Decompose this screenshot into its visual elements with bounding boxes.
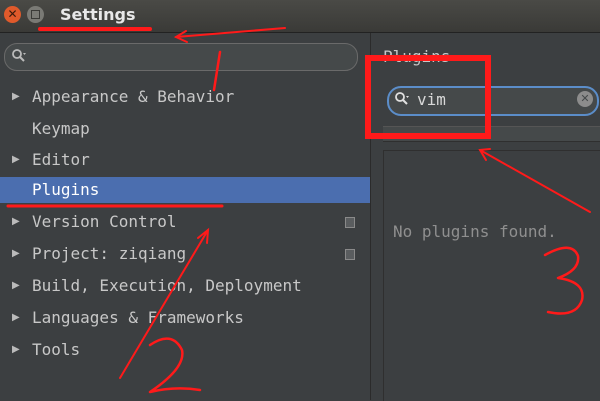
- window-title: Settings: [60, 5, 136, 24]
- sidebar-item-keymap[interactable]: Keymap: [0, 116, 370, 142]
- plugins-panel: Plugins vim ✕ No plugins found.: [370, 33, 600, 401]
- clear-search-icon[interactable]: ✕: [577, 91, 593, 107]
- sidebar-item-label: Editor: [32, 150, 90, 169]
- plugin-list-toolbar: [383, 126, 600, 142]
- sidebar-item-build-execution-deployment[interactable]: ▶ Build, Execution, Deployment: [0, 273, 370, 299]
- sidebar-item-label: Tools: [32, 340, 81, 359]
- expand-arrow-icon[interactable]: ▶: [12, 84, 20, 110]
- sidebar-item-version-control[interactable]: ▶ Version Control: [0, 209, 370, 235]
- expand-arrow-icon[interactable]: ▶: [12, 147, 20, 173]
- search-icon: [395, 92, 409, 105]
- sidebar-item-label: Version Control: [32, 212, 177, 231]
- project-settings-icon: [345, 249, 355, 260]
- expand-arrow-icon[interactable]: ▶: [12, 241, 20, 267]
- sidebar-item-label: Appearance & Behavior: [32, 87, 235, 106]
- expand-arrow-icon[interactable]: ▶: [12, 273, 20, 299]
- close-window-button[interactable]: ✕: [4, 6, 21, 23]
- sidebar-item-plugins[interactable]: Plugins: [0, 177, 370, 203]
- minimize-window-button[interactable]: [27, 6, 44, 23]
- sidebar-item-appearance-behavior[interactable]: ▶ Appearance & Behavior: [0, 84, 370, 110]
- sidebar-item-label: Project: ziqiang: [32, 244, 187, 263]
- expand-arrow-icon[interactable]: ▶: [12, 209, 20, 235]
- settings-sidebar: ▶ Appearance & Behavior Keymap ▶ Editor …: [0, 33, 370, 400]
- plugin-list: [383, 150, 600, 401]
- sidebar-item-tools[interactable]: ▶ Tools: [0, 337, 370, 363]
- project-settings-icon: [345, 217, 355, 228]
- empty-state-text: No plugins found.: [393, 222, 557, 241]
- search-icon: [12, 49, 26, 62]
- sidebar-item-languages-frameworks[interactable]: ▶ Languages & Frameworks: [0, 305, 370, 331]
- title-bar: ✕ Settings: [0, 0, 600, 33]
- sidebar-item-label: Plugins: [32, 180, 100, 199]
- plugin-search-input[interactable]: vim ✕: [387, 86, 599, 116]
- expand-arrow-icon[interactable]: ▶: [12, 305, 20, 331]
- plugin-search-value: vim: [417, 90, 446, 109]
- sidebar-item-project[interactable]: ▶ Project: ziqiang: [0, 241, 370, 267]
- sidebar-item-editor[interactable]: ▶ Editor: [0, 147, 370, 173]
- expand-arrow-icon[interactable]: ▶: [12, 337, 20, 363]
- sidebar-item-label: Keymap: [32, 119, 90, 138]
- page-title: Plugins: [383, 47, 451, 66]
- sidebar-item-label: Build, Execution, Deployment: [32, 276, 302, 295]
- settings-search-input[interactable]: [4, 43, 358, 71]
- sidebar-item-label: Languages & Frameworks: [32, 308, 244, 327]
